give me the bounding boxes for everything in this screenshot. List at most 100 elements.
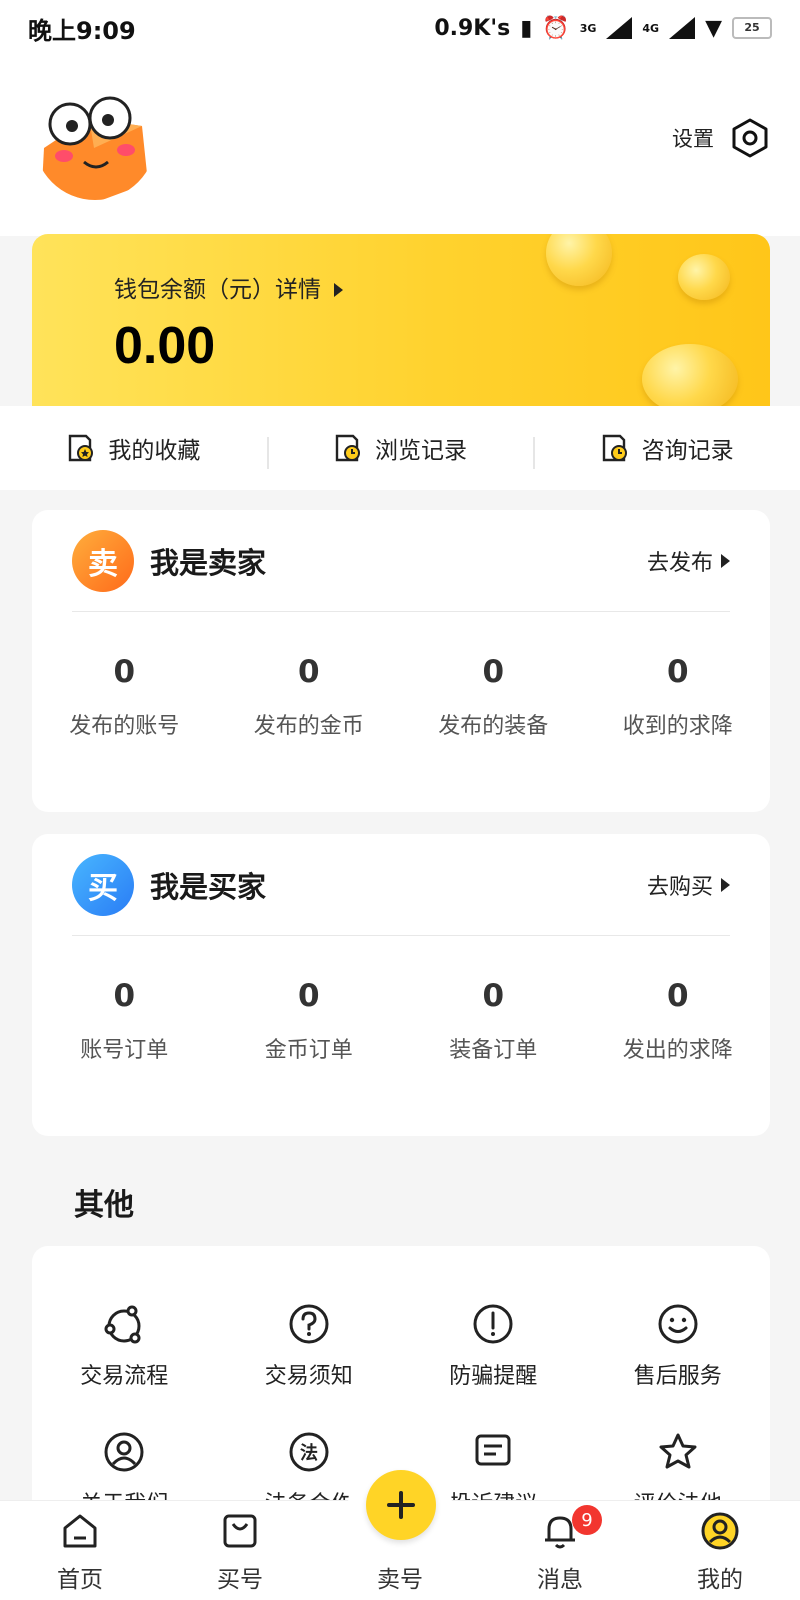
stat-value: 0 [297, 654, 320, 690]
stat-label: 发布的账号 [69, 714, 180, 739]
caret-right-icon [721, 877, 730, 892]
tab-messages[interactable]: 消息 9 [480, 1501, 640, 1600]
publish-link[interactable]: 去发布 [647, 545, 730, 577]
stat-published-gold[interactable]: 0 发布的金币 [217, 612, 402, 740]
status-bar: 晚上9:09 0.9K's ▮ ⏰ 3G 4G ▼ 25 [0, 0, 800, 56]
coin-decoration [546, 234, 612, 286]
seller-badge-icon: 卖 [72, 529, 134, 592]
coin-decoration [642, 344, 738, 414]
buyer-card-header: 买 我是买家 去购买 [72, 834, 730, 936]
wifi-icon: ▼ [705, 15, 722, 41]
tab-label: 我的 [697, 1567, 743, 1593]
stat-label: 装备订单 [449, 1038, 538, 1063]
wallet-label-text: 钱包余额（元）详情 [114, 277, 321, 303]
wallet-label[interactable]: 钱包余额（元）详情 [114, 270, 344, 304]
stat-label: 发布的金币 [253, 714, 364, 739]
quick-link-label: 浏览记录 [375, 438, 467, 464]
tab-home[interactable]: 首页 [0, 1501, 160, 1600]
stat-label: 金币订单 [264, 1038, 353, 1063]
network-4g-label: 4G [642, 21, 660, 35]
tab-label: 卖号 [377, 1567, 423, 1593]
plus-icon [387, 1491, 415, 1519]
wallet-balance: 0.00 [114, 317, 216, 375]
tab-mine[interactable]: 我的 [640, 1501, 800, 1600]
stat-account-orders[interactable]: 0 账号订单 [32, 936, 217, 1064]
vibrate-icon: ▮ [520, 15, 533, 41]
grid-item-label: 防骗提醒 [449, 1364, 538, 1389]
quick-links-bar: 我的收藏 浏览记录 咨询记录 [0, 406, 800, 490]
wallet-card[interactable]: 钱包余额（元）详情 0.00 [32, 234, 770, 434]
stat-published-equipment[interactable]: 0 发布的装备 [401, 612, 586, 740]
buyer-badge-icon: 买 [72, 853, 134, 916]
caret-right-icon [334, 283, 344, 297]
stat-published-accounts[interactable]: 0 发布的账号 [32, 612, 217, 740]
user-icon [104, 1432, 144, 1472]
seller-stats: 0 发布的账号 0 发布的金币 0 发布的装备 0 收到的求降 [32, 612, 770, 740]
stat-received-discount-requests[interactable]: 0 收到的求降 [586, 612, 771, 740]
battery-icon: 25 [732, 17, 772, 39]
stat-equipment-orders[interactable]: 0 装备订单 [401, 936, 586, 1064]
stat-value: 0 [666, 978, 689, 1014]
grid-item-fraud-alert[interactable]: 防骗提醒 [401, 1302, 586, 1430]
home-icon [63, 1514, 97, 1548]
tab-label: 买号 [217, 1567, 263, 1593]
alarm-icon: ⏰ [542, 15, 570, 41]
quick-link-favorites[interactable]: 我的收藏 [0, 431, 267, 465]
stat-value: 0 [482, 978, 505, 1014]
profile-icon [701, 1512, 739, 1550]
buy-link[interactable]: 去购买 [647, 869, 730, 901]
favorites-icon [69, 434, 94, 462]
settings-button[interactable]: 设置 [672, 118, 770, 158]
stat-label: 发出的求降 [622, 1038, 733, 1063]
coin-decoration [678, 254, 730, 300]
history-icon [335, 434, 360, 462]
bag-icon [223, 1514, 257, 1548]
quick-link-history[interactable]: 浏览记录 [266, 431, 534, 469]
stat-sent-discount-requests[interactable]: 0 发出的求降 [586, 936, 771, 1064]
feedback-icon [475, 1434, 511, 1466]
settings-label: 设置 [672, 127, 714, 151]
stat-value: 0 [113, 978, 136, 1014]
caret-right-icon [721, 553, 730, 568]
tab-label: 首页 [57, 1567, 103, 1593]
seller-card-header: 卖 我是卖家 去发布 [72, 510, 730, 612]
seller-card: 卖 我是卖家 去发布 0 发布的账号 0 发布的金币 0 发布的装备 0 收到的… [32, 510, 770, 812]
grid-item-label: 交易须知 [264, 1364, 353, 1389]
buy-link-label: 去购买 [646, 874, 713, 900]
consult-icon [602, 434, 627, 462]
status-icons: 0.9K's ▮ ⏰ 3G 4G ▼ 25 [434, 16, 772, 41]
quick-link-label: 我的收藏 [108, 438, 201, 464]
process-icon [104, 1305, 141, 1344]
tab-label: 消息 [537, 1567, 583, 1593]
publish-link-label: 去发布 [646, 550, 713, 576]
profile-header: 设置 [0, 56, 800, 236]
buyer-title: 我是买家 [150, 869, 267, 904]
stat-value: 0 [666, 654, 689, 690]
stat-value: 0 [113, 654, 136, 690]
stat-label: 收到的求降 [622, 714, 733, 739]
grid-item-after-sales[interactable]: 售后服务 [586, 1302, 771, 1430]
grid-item-trade-process[interactable]: 交易流程 [32, 1302, 217, 1430]
quick-link-label: 咨询记录 [641, 438, 734, 464]
stat-label: 发布的装备 [438, 714, 549, 739]
law-icon: 法 [289, 1432, 329, 1472]
grid-item-trade-notice[interactable]: 交易须知 [217, 1302, 402, 1430]
quick-link-consult[interactable]: 咨询记录 [533, 431, 800, 469]
seller-title: 我是卖家 [150, 545, 267, 580]
stat-gold-orders[interactable]: 0 金币订单 [217, 936, 402, 1064]
stat-value: 0 [482, 654, 505, 690]
smile-icon [658, 1304, 698, 1344]
question-icon [289, 1304, 329, 1344]
stat-value: 0 [297, 978, 320, 1014]
tab-buy[interactable]: 买号 [160, 1501, 320, 1600]
gear-icon [732, 118, 768, 158]
star-icon [659, 1433, 697, 1469]
signal-icon [606, 17, 633, 39]
signal-icon [669, 17, 696, 39]
grid-item-label: 售后服务 [633, 1364, 722, 1389]
sell-fab-button[interactable] [366, 1470, 436, 1540]
other-section-title: 其他 [74, 1188, 134, 1223]
avatar[interactable] [34, 78, 156, 200]
stat-label: 账号订单 [80, 1038, 169, 1063]
svg-text:法: 法 [300, 1442, 318, 1464]
